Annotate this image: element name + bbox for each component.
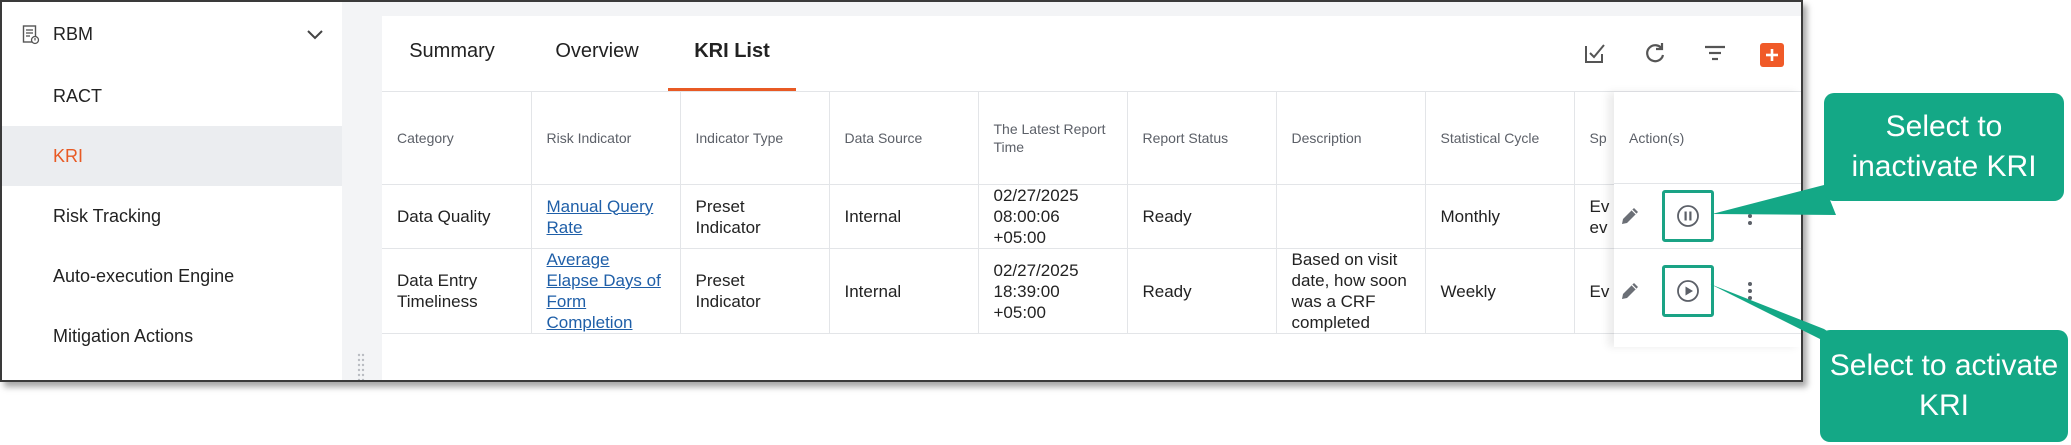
callout-activate: Select to activate KRI (1820, 330, 2068, 442)
callout-pointers (1710, 185, 1838, 342)
inactivate-callout-pointer (1712, 185, 1836, 215)
activate-callout-pointer (1710, 284, 1838, 342)
callout-inactivate: Select to inactivate KRI (1824, 93, 2064, 201)
